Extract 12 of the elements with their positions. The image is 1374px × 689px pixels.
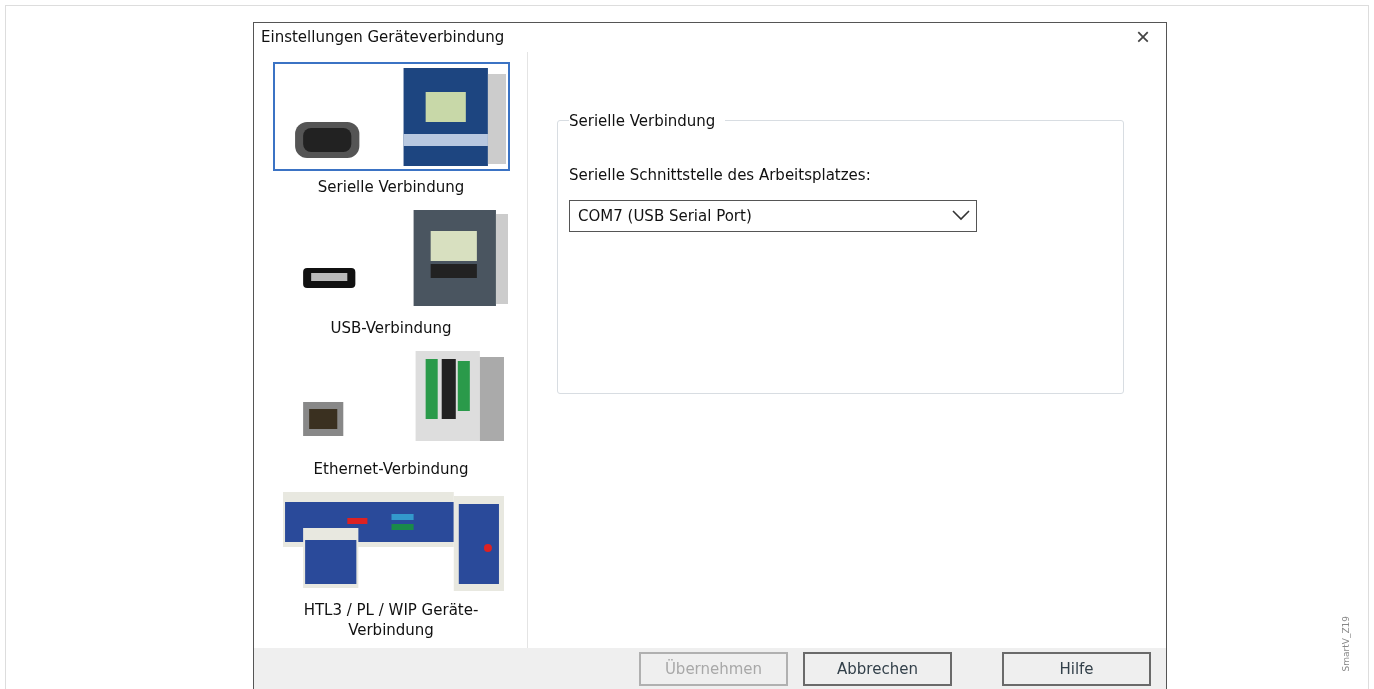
field-label: Serielle Schnittstelle des Arbeitsplatzes: <box>569 165 872 184</box>
figure-label: SmartV_Z19 <box>1341 615 1351 671</box>
group-title: Serielle Verbindung <box>569 111 717 130</box>
chevron-down-icon <box>952 210 970 222</box>
port-dropdown[interactable]: COM7 (USB Serial Port) <box>569 199 977 232</box>
connection-option[interactable]: USB-Verbindung <box>273 204 509 338</box>
connection-option[interactable]: HTL3 / PL / WIP Geräte-Verbindung <box>273 486 509 640</box>
window-title: Einstellungen Geräteverbindung <box>261 28 505 47</box>
close-button[interactable]: × <box>1136 25 1150 50</box>
dialog-button[interactable]: Hilfe <box>1002 651 1151 686</box>
connection-option[interactable]: Ethernet-Verbindung <box>273 345 509 479</box>
dialog-button[interactable]: Abbrechen <box>803 651 952 686</box>
